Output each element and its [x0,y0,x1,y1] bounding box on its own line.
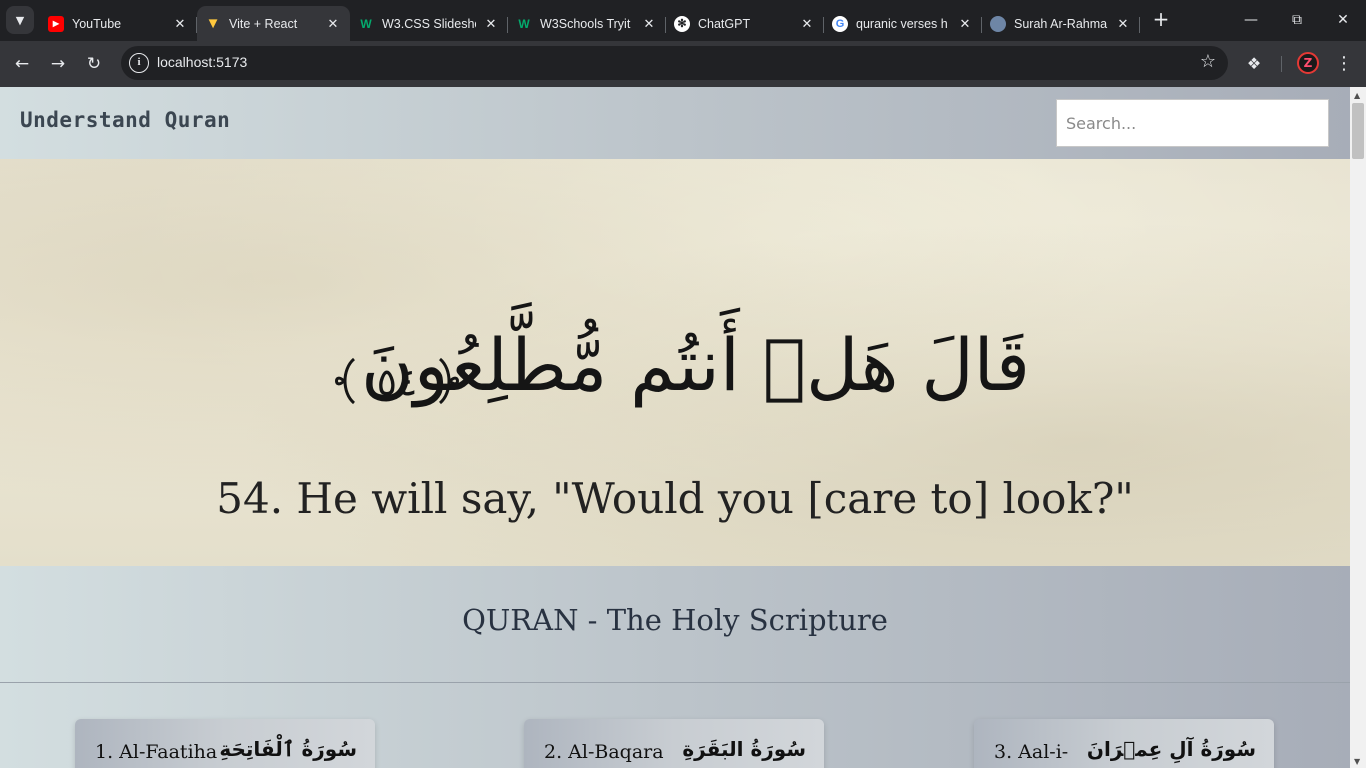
page-scrollbar[interactable]: ▲ ▼ [1350,87,1366,768]
forward-button[interactable]: → [44,50,72,78]
chatgpt-icon: ✻ [674,15,690,32]
chevron-down-icon: ▼ [15,13,25,27]
hero-arabic-verse: قَالَ هَلۡ أَنتُم مُّطَّلِعُونَ [361,323,1030,407]
extensions-button[interactable]: ❖ [1240,50,1268,78]
minimize-icon: — [1244,12,1258,28]
site-brand[interactable]: Understand Quran [20,108,230,132]
surah-card[interactable]: 3. Aal-i- سُورَةُ آلِ عِمۡرَانَ [974,719,1274,768]
site-navbar: Understand Quran [0,87,1350,159]
close-tab-icon[interactable]: ✕ [798,16,816,32]
arrow-right-icon: → [50,54,66,74]
tab-w3schools-tryit[interactable]: W W3Schools Tryit ✕ [508,9,666,38]
close-tab-icon[interactable]: ✕ [171,16,189,32]
url-text[interactable]: localhost:5173 [157,54,247,70]
more-vertical-icon: ⋮ [1335,53,1353,74]
surah-name-english: 3. Aal-i- [994,741,1069,763]
tab-w3css-slideshow[interactable]: W W3.CSS Slidesho ✕ [350,9,508,38]
profile-avatar[interactable]: Z [1297,52,1319,74]
surah-name-arabic: سُورَةُ البَقَرَةِ [682,737,806,761]
hero-verse-image: ٥٤ قَالَ هَلۡ أَنتُم مُّطَّلِعُونَ 54. H… [0,159,1350,566]
page-content: Understand Quran ٥٤ قَالَ هَلۡ أَنتُم مُ… [0,87,1350,768]
bookmark-star-icon[interactable]: ☆ [1200,51,1216,72]
back-button[interactable]: ← [8,50,36,78]
plus-icon: + [1152,7,1170,31]
reload-icon: ↻ [86,54,102,74]
scrollbar-thumb[interactable] [1352,103,1364,159]
google-icon: G [832,15,848,32]
close-tab-icon[interactable]: ✕ [324,16,342,32]
w3schools-icon: W [518,16,530,31]
tab-list: ▶ YouTube ✕ ▼ Vite + React ✕ W W3.CSS Sl… [40,6,1140,41]
site-info-icon[interactable]: i [129,53,149,73]
browser-toolbar: ← → ↻ i localhost:5173 ☆ ❖ ⋮ [0,41,1366,87]
scroll-up-icon[interactable]: ▲ [1354,91,1360,100]
surah-name-english: 1. Al-Faatiha [95,741,218,763]
section-title: QURAN - The Holy Scripture [462,603,888,637]
quran-site-icon [990,15,1006,32]
surah-name-arabic: سُورَةُ آلِ عِمۡرَانَ [1086,737,1256,761]
surah-name-arabic: سُورَةُ ٱلْفَاتِحَةِ [219,737,357,761]
close-tab-icon[interactable]: ✕ [1114,16,1132,32]
tab-google-search[interactable]: G quranic verses h ✕ [824,9,982,38]
reload-button[interactable]: ↻ [80,50,108,78]
puzzle-icon: ❖ [1246,54,1262,73]
tab-strip: ▼ ▶ YouTube ✕ ▼ Vite + React ✕ W W3.CSS … [0,0,1366,41]
address-bar[interactable]: i localhost:5173 ☆ [121,46,1228,80]
search-input[interactable] [1056,99,1329,147]
browser-menu-button[interactable]: ⋮ [1330,50,1358,78]
new-tab-button[interactable]: + [1150,8,1172,30]
close-tab-icon[interactable]: ✕ [482,16,500,32]
section-divider [0,682,1350,683]
surah-card[interactable]: 2. Al-Baqara سُورَةُ البَقَرَةِ [524,719,824,768]
youtube-icon: ▶ [48,15,64,32]
vite-icon: ▼ [205,15,221,32]
arrow-left-icon: ← [14,54,30,74]
restore-button[interactable]: ⧉ [1274,0,1320,40]
w3schools-icon: W [360,16,372,31]
minimize-button[interactable]: — [1228,0,1274,40]
restore-icon: ⧉ [1292,12,1302,28]
tab-youtube[interactable]: ▶ YouTube ✕ [40,9,197,38]
close-tab-icon[interactable]: ✕ [640,16,658,32]
surah-card[interactable]: 1. Al-Faatiha سُورَةُ ٱلْفَاتِحَةِ [75,719,375,768]
tab-chatgpt[interactable]: ✻ ChatGPT ✕ [666,9,824,38]
surah-name-english: 2. Al-Baqara [544,741,664,763]
close-tab-icon[interactable]: ✕ [956,16,974,32]
close-icon: ✕ [1337,12,1349,28]
scroll-down-icon[interactable]: ▼ [1354,757,1360,766]
toolbar-divider [1281,56,1282,72]
hero-english-translation: 54. He will say, "Would you [care to] lo… [216,474,1134,523]
tab-surah-ar-rahman[interactable]: Surah Ar-Rahma ✕ [982,9,1140,38]
close-window-button[interactable]: ✕ [1320,0,1366,40]
tab-vite-react[interactable]: ▼ Vite + React ✕ [197,6,350,41]
tab-search-button[interactable]: ▼ [6,6,34,34]
